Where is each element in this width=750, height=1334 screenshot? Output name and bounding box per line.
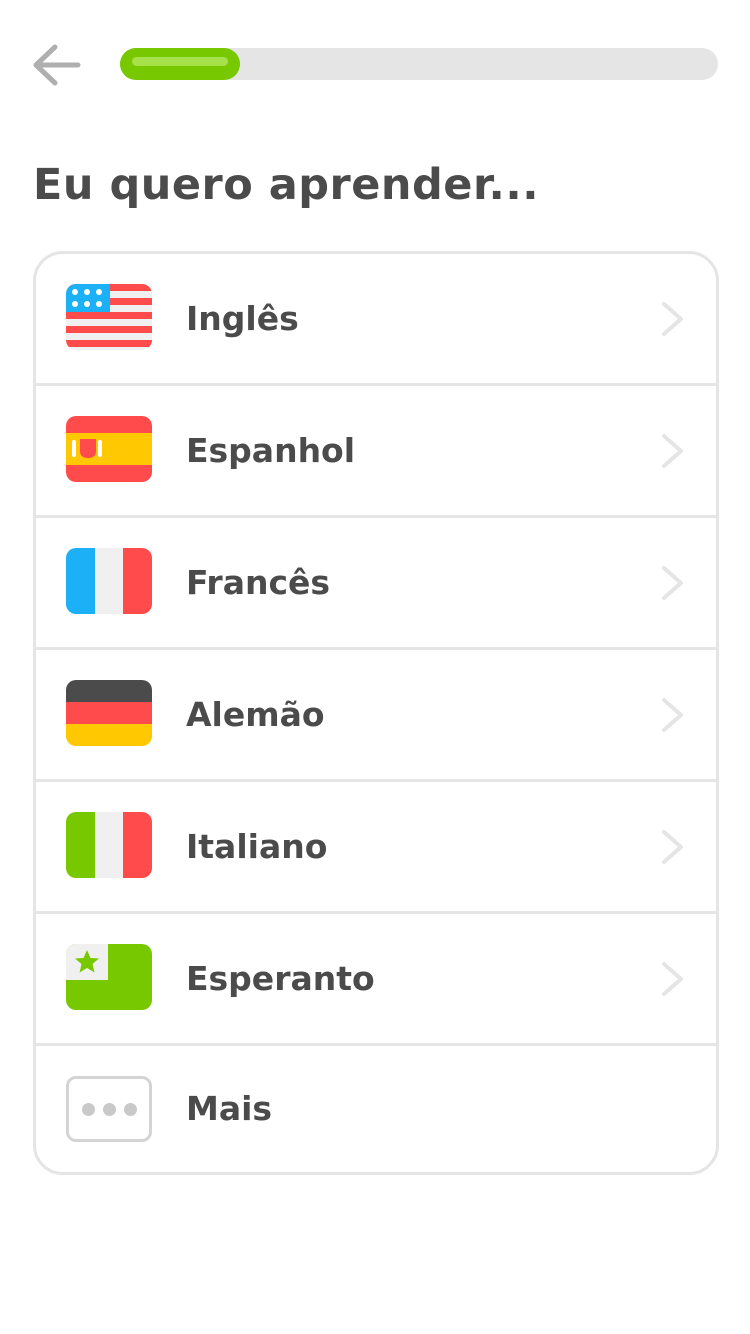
- progress-bar-fill: [120, 48, 240, 80]
- chevron-right-icon: [662, 962, 683, 996]
- france-flag-icon: [66, 548, 152, 614]
- language-list: Inglês Espanhol Francês Alemão Italiano …: [33, 251, 719, 1175]
- language-label: Inglês: [186, 299, 299, 338]
- spain-flag-icon: [66, 416, 152, 482]
- language-label: Alemão: [186, 695, 325, 734]
- page-title: Eu quero aprender...: [33, 160, 540, 210]
- chevron-right-icon: [662, 566, 683, 600]
- back-button[interactable]: [30, 42, 82, 88]
- chevron-right-icon: [662, 698, 683, 732]
- progress-bar: [120, 48, 718, 80]
- arrow-left-icon: [33, 44, 81, 86]
- more-dots-icon: [66, 1076, 152, 1142]
- language-item-ingles[interactable]: Inglês: [36, 254, 716, 386]
- chevron-right-icon: [662, 830, 683, 864]
- language-label: Esperanto: [186, 959, 375, 998]
- language-label: Italiano: [186, 827, 328, 866]
- language-item-espanhol[interactable]: Espanhol: [36, 386, 716, 518]
- esperanto-flag-icon: [66, 944, 152, 1010]
- chevron-right-icon: [662, 434, 683, 468]
- language-label: Espanhol: [186, 431, 356, 470]
- progress-bar-shine: [132, 57, 228, 66]
- chevron-right-icon: [662, 302, 683, 336]
- us-flag-icon: [66, 284, 152, 350]
- language-item-frances[interactable]: Francês: [36, 518, 716, 650]
- italy-flag-icon: [66, 812, 152, 878]
- language-label: Mais: [186, 1089, 273, 1128]
- language-item-mais[interactable]: Mais: [36, 1046, 716, 1172]
- language-item-esperanto[interactable]: Esperanto: [36, 914, 716, 1046]
- language-item-alemao[interactable]: Alemão: [36, 650, 716, 782]
- language-label: Francês: [186, 563, 331, 602]
- language-item-italiano[interactable]: Italiano: [36, 782, 716, 914]
- germany-flag-icon: [66, 680, 152, 746]
